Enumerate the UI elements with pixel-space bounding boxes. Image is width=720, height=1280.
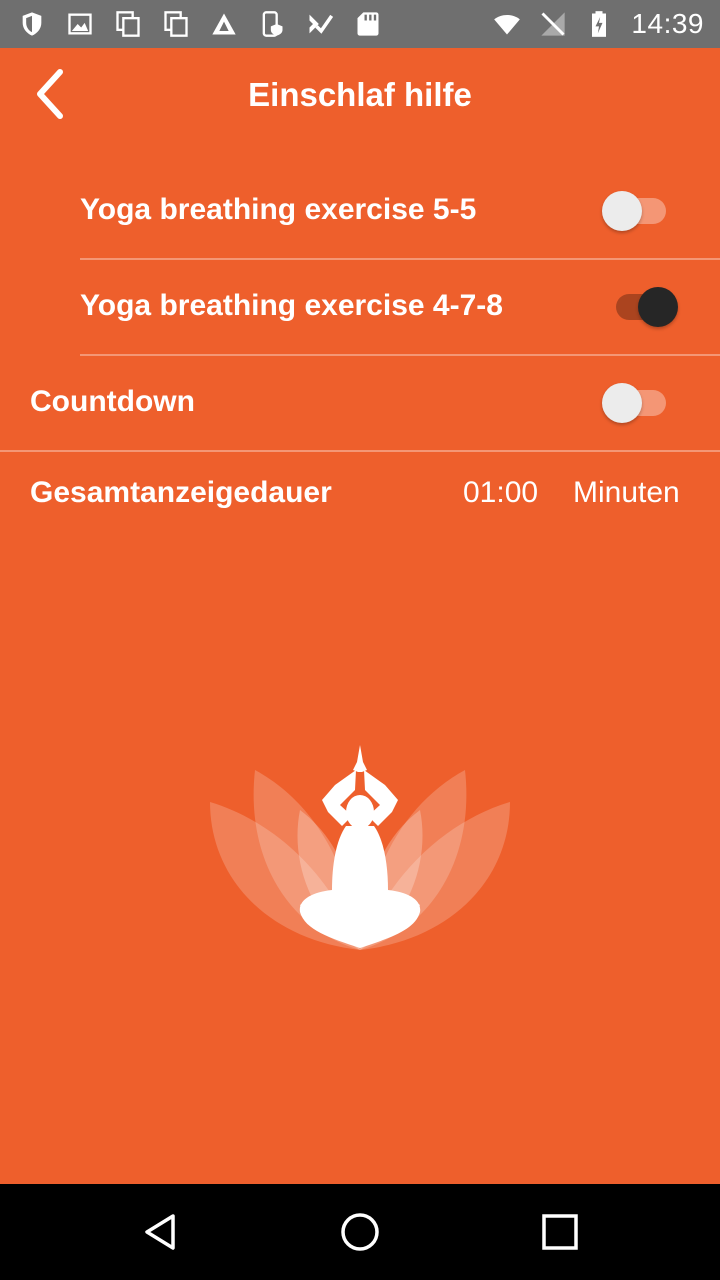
setting-label-countdown: Countdown [30,385,195,418]
no-signal-icon [539,10,567,38]
recents-square-icon [542,1214,578,1250]
nav-home-button[interactable] [336,1208,384,1256]
copy-icon [162,10,190,38]
setting-row-yoga-5-5: Yoga breathing exercise 5-5 [0,163,720,259]
switch-thumb [602,383,642,423]
copy-icon [114,10,142,38]
battery-charging-icon [585,10,613,38]
checkmark-flag-icon [306,10,334,38]
switch-thumb [638,287,678,327]
nav-back-button[interactable] [136,1208,184,1256]
yoga-lotus-logo [210,745,510,950]
switch-thumb [602,191,642,231]
setting-row-duration[interactable]: Gesamtanzeigedauer 01:00 Minuten [0,446,720,542]
duration-unit: Minuten [573,476,680,509]
sd-card-icon [354,10,382,38]
page-title: Einschlaf hilfe [248,76,472,113]
toggle-yoga-4-7-8[interactable] [600,281,688,333]
nav-recents-button[interactable] [536,1208,584,1256]
navigation-bar [0,1184,720,1280]
shield-icon [18,10,46,38]
setting-row-countdown: Countdown [0,355,720,451]
app-bar: Einschlaf hilfe [0,48,720,144]
status-bar: 14:39 [0,0,720,48]
status-bar-notifications [18,8,382,40]
duration-value[interactable]: 01:00 [463,476,538,510]
setting-label-duration: Gesamtanzeigedauer [30,476,332,509]
back-triangle-icon [145,1214,175,1250]
toggle-countdown[interactable] [600,377,688,429]
triangle-logo-icon [210,10,238,38]
setting-row-yoga-4-7-8: Yoga breathing exercise 4-7-8 [0,259,720,355]
toggle-yoga-5-5[interactable] [600,185,688,237]
image-icon [66,10,94,38]
setting-label-yoga-5-5: Yoga breathing exercise 5-5 [80,193,477,226]
wifi-icon [493,10,521,38]
status-bar-time: 14:39 [631,8,704,39]
phone-shield-icon [258,10,286,38]
setting-label-yoga-4-7-8: Yoga breathing exercise 4-7-8 [80,289,503,322]
status-bar-system: 14:39 [493,8,704,40]
home-circle-icon [341,1213,379,1251]
